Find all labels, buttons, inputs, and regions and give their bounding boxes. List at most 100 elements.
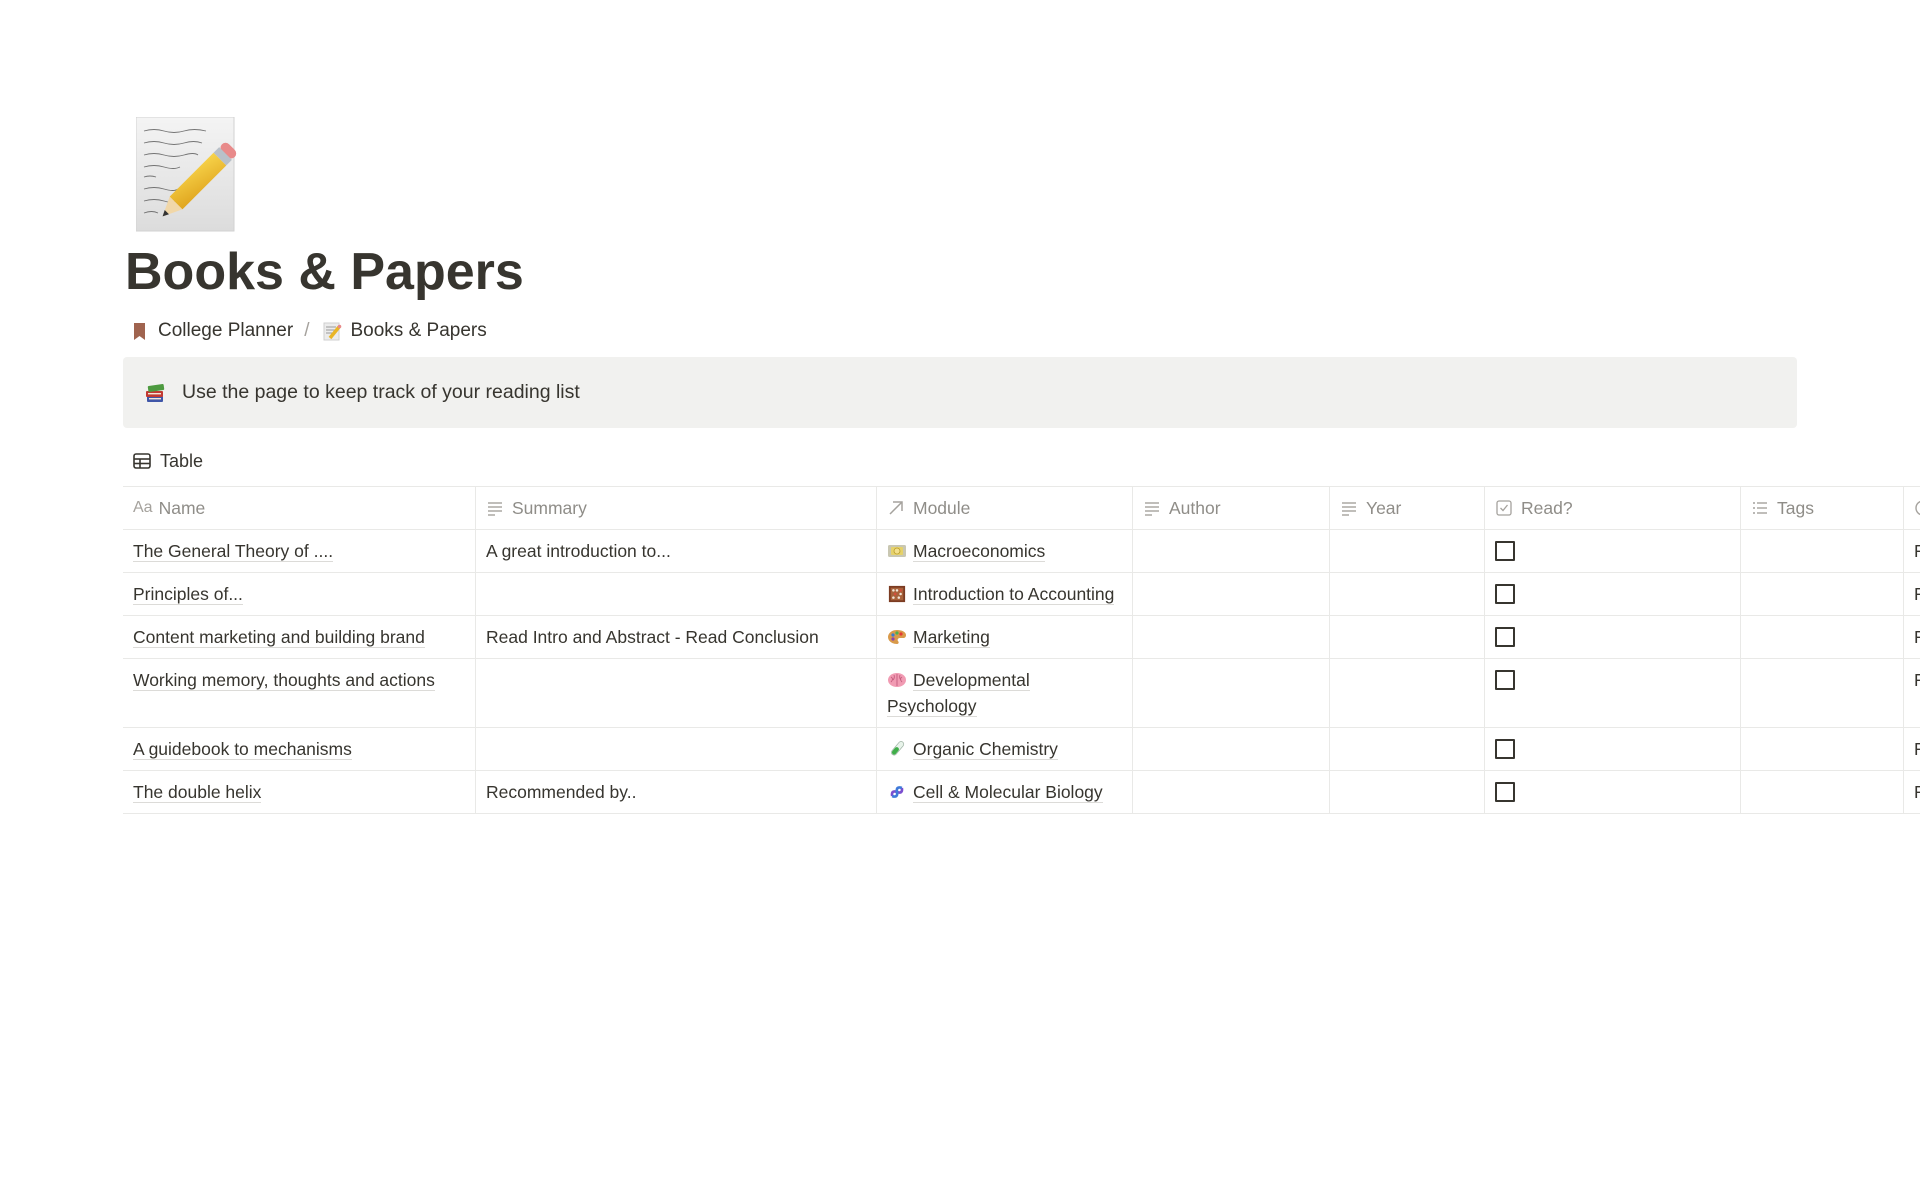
cell-summary[interactable]: Read Intro and Abstract - Read Conclusio… bbox=[476, 616, 877, 658]
cell-summary[interactable] bbox=[476, 728, 877, 770]
callout: Use the page to keep track of your readi… bbox=[123, 357, 1797, 428]
cell-year[interactable] bbox=[1330, 659, 1485, 727]
text-lines-icon bbox=[488, 502, 502, 516]
cell-name[interactable]: Working memory, thoughts and actions bbox=[123, 659, 476, 727]
table-body: The General Theory of .... A great intro… bbox=[123, 530, 1920, 814]
column-header-label: Year bbox=[1366, 498, 1402, 518]
cell-name[interactable]: Content marketing and building brand bbox=[123, 616, 476, 658]
status-text: F bbox=[1914, 670, 1920, 690]
checkbox-icon bbox=[1496, 500, 1512, 516]
row-title-link[interactable]: The double helix bbox=[133, 782, 262, 803]
cell-module[interactable]: Marketing bbox=[877, 616, 1133, 658]
cell-name[interactable]: The General Theory of .... bbox=[123, 530, 476, 572]
read-checkbox[interactable] bbox=[1495, 541, 1515, 561]
dna-icon bbox=[887, 782, 913, 802]
column-header-tags[interactable]: Tags bbox=[1741, 487, 1904, 529]
table-row[interactable]: The double helix Recommended by.. Cell &… bbox=[123, 771, 1920, 814]
breadcrumb-item-books-papers[interactable]: Books & Papers bbox=[323, 320, 487, 342]
cell-author[interactable] bbox=[1133, 771, 1330, 813]
cell-module[interactable]: Macroeconomics bbox=[877, 530, 1133, 572]
row-title-link[interactable]: Working memory, thoughts and actions bbox=[133, 670, 435, 691]
row-title-link[interactable]: Content marketing and building brand bbox=[133, 627, 425, 648]
column-header-author[interactable]: Author bbox=[1133, 487, 1330, 529]
bookmark-icon bbox=[134, 322, 145, 340]
column-header-label: Author bbox=[1169, 498, 1221, 518]
read-checkbox[interactable] bbox=[1495, 670, 1515, 690]
read-checkbox[interactable] bbox=[1495, 627, 1515, 647]
cell-status[interactable]: F bbox=[1904, 728, 1920, 770]
cell-author[interactable] bbox=[1133, 659, 1330, 727]
cell-module[interactable]: Cell & Molecular Biology bbox=[877, 771, 1133, 813]
list-icon bbox=[1753, 502, 1767, 514]
cell-summary[interactable] bbox=[476, 573, 877, 615]
column-header-module[interactable]: Module bbox=[877, 487, 1133, 529]
cell-status[interactable]: F bbox=[1904, 771, 1920, 813]
breadcrumb-item-college-planner[interactable]: College Planner bbox=[133, 320, 293, 342]
module-relation-link[interactable]: Macroeconomics bbox=[913, 541, 1046, 562]
column-header-label: Module bbox=[913, 498, 971, 518]
column-header-name[interactable]: Aa Name bbox=[123, 487, 476, 529]
cell-year[interactable] bbox=[1330, 530, 1485, 572]
cell-module[interactable]: Organic Chemistry bbox=[877, 728, 1133, 770]
cell-tags[interactable] bbox=[1741, 728, 1904, 770]
cell-status[interactable]: F bbox=[1904, 530, 1920, 572]
column-header-read[interactable]: Read? bbox=[1485, 487, 1741, 529]
cell-status[interactable]: F bbox=[1904, 573, 1920, 615]
cell-tags[interactable] bbox=[1741, 659, 1904, 727]
breadcrumb: College Planner / Books & Papers bbox=[133, 318, 487, 344]
cell-year[interactable] bbox=[1330, 771, 1485, 813]
cell-tags[interactable] bbox=[1741, 573, 1904, 615]
cell-read bbox=[1485, 616, 1741, 658]
cell-status[interactable]: F bbox=[1904, 659, 1920, 727]
table-icon bbox=[133, 453, 151, 469]
test-tube-icon bbox=[887, 739, 913, 759]
column-header-label: Read? bbox=[1521, 498, 1573, 518]
tab-table-view[interactable]: Table bbox=[132, 448, 203, 474]
cell-year[interactable] bbox=[1330, 728, 1485, 770]
cell-summary[interactable] bbox=[476, 659, 877, 727]
status-text: F bbox=[1914, 739, 1920, 759]
memo-icon[interactable] bbox=[136, 117, 242, 233]
column-header-summary[interactable]: Summary bbox=[476, 487, 877, 529]
module-relation-link[interactable]: Marketing bbox=[913, 627, 990, 648]
column-header-year[interactable]: Year bbox=[1330, 487, 1485, 529]
cell-author[interactable] bbox=[1133, 728, 1330, 770]
cell-status[interactable]: F bbox=[1904, 616, 1920, 658]
cell-read bbox=[1485, 728, 1741, 770]
table-row[interactable]: A guidebook to mechanisms Organic Chemis… bbox=[123, 728, 1920, 771]
module-relation-link[interactable]: Organic Chemistry bbox=[913, 739, 1058, 760]
read-checkbox[interactable] bbox=[1495, 584, 1515, 604]
cell-module[interactable]: Developmental Psychology bbox=[877, 659, 1133, 727]
cell-year[interactable] bbox=[1330, 573, 1485, 615]
table-row[interactable]: Content marketing and building brand Rea… bbox=[123, 616, 1920, 659]
row-title-link[interactable]: The General Theory of .... bbox=[133, 541, 334, 562]
cell-summary[interactable]: Recommended by.. bbox=[476, 771, 877, 813]
cell-name[interactable]: A guidebook to mechanisms bbox=[123, 728, 476, 770]
cell-name[interactable]: The double helix bbox=[123, 771, 476, 813]
column-header-label: Summary bbox=[512, 498, 587, 518]
table-row[interactable]: The General Theory of .... A great intro… bbox=[123, 530, 1920, 573]
page: Books & Papers College Planner / Books &… bbox=[0, 0, 1920, 1199]
row-title-link[interactable]: A guidebook to mechanisms bbox=[133, 739, 352, 760]
cell-tags[interactable] bbox=[1741, 616, 1904, 658]
read-checkbox[interactable] bbox=[1495, 739, 1515, 759]
module-relation-link[interactable]: Introduction to Accounting bbox=[913, 584, 1115, 605]
row-title-link[interactable]: Principles of... bbox=[133, 584, 243, 605]
module-relation-link[interactable]: Cell & Molecular Biology bbox=[913, 782, 1103, 803]
cell-tags[interactable] bbox=[1741, 771, 1904, 813]
cell-module[interactable]: Introduction to Accounting bbox=[877, 573, 1133, 615]
cell-summary[interactable]: A great introduction to... bbox=[476, 530, 877, 572]
table-row[interactable]: Working memory, thoughts and actions Dev… bbox=[123, 659, 1920, 728]
cell-name[interactable]: Principles of... bbox=[123, 573, 476, 615]
cell-author[interactable] bbox=[1133, 573, 1330, 615]
table-row[interactable]: Principles of... Introduction to Account… bbox=[123, 573, 1920, 616]
read-checkbox[interactable] bbox=[1495, 782, 1515, 802]
cell-author[interactable] bbox=[1133, 616, 1330, 658]
status-text: F bbox=[1914, 584, 1920, 604]
cell-year[interactable] bbox=[1330, 616, 1485, 658]
view-tab-label: Table bbox=[160, 450, 204, 471]
column-header-status[interactable] bbox=[1904, 487, 1920, 529]
status-text: F bbox=[1914, 627, 1920, 647]
cell-tags[interactable] bbox=[1741, 530, 1904, 572]
cell-author[interactable] bbox=[1133, 530, 1330, 572]
